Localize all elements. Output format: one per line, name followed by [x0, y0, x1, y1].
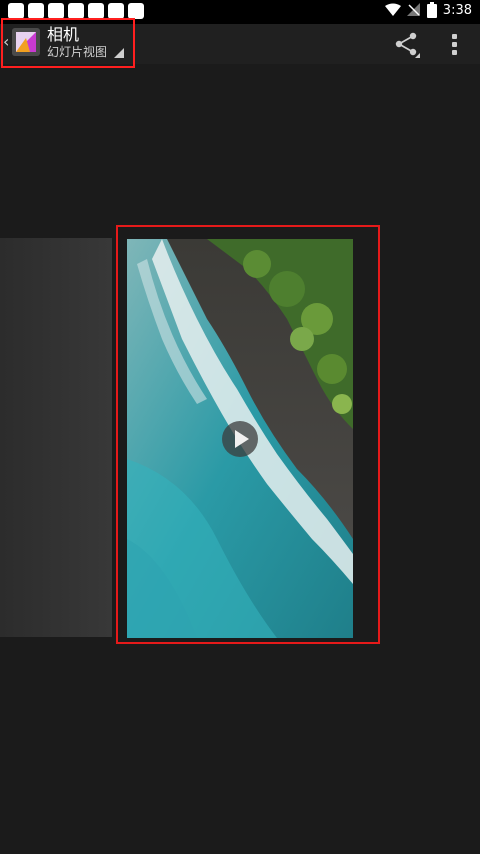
notification-icon [8, 3, 24, 19]
previous-slide[interactable] [0, 238, 112, 637]
notification-icon [128, 3, 144, 19]
more-vert-icon[interactable] [448, 32, 462, 58]
notification-icons [8, 3, 144, 19]
title-highlight-box [1, 18, 135, 68]
wifi-icon [384, 3, 401, 16]
notification-icon [28, 3, 44, 19]
signal-icon [406, 3, 420, 16]
notification-icon [48, 3, 64, 19]
notification-icon [68, 3, 84, 19]
play-icon[interactable] [222, 421, 258, 457]
notification-icon [108, 3, 124, 19]
notification-icon [88, 3, 104, 19]
share-icon[interactable] [394, 32, 420, 58]
status-indicators: 3:38 [384, 2, 472, 18]
status-time: 3:38 [442, 2, 472, 18]
battery-icon [426, 2, 437, 18]
